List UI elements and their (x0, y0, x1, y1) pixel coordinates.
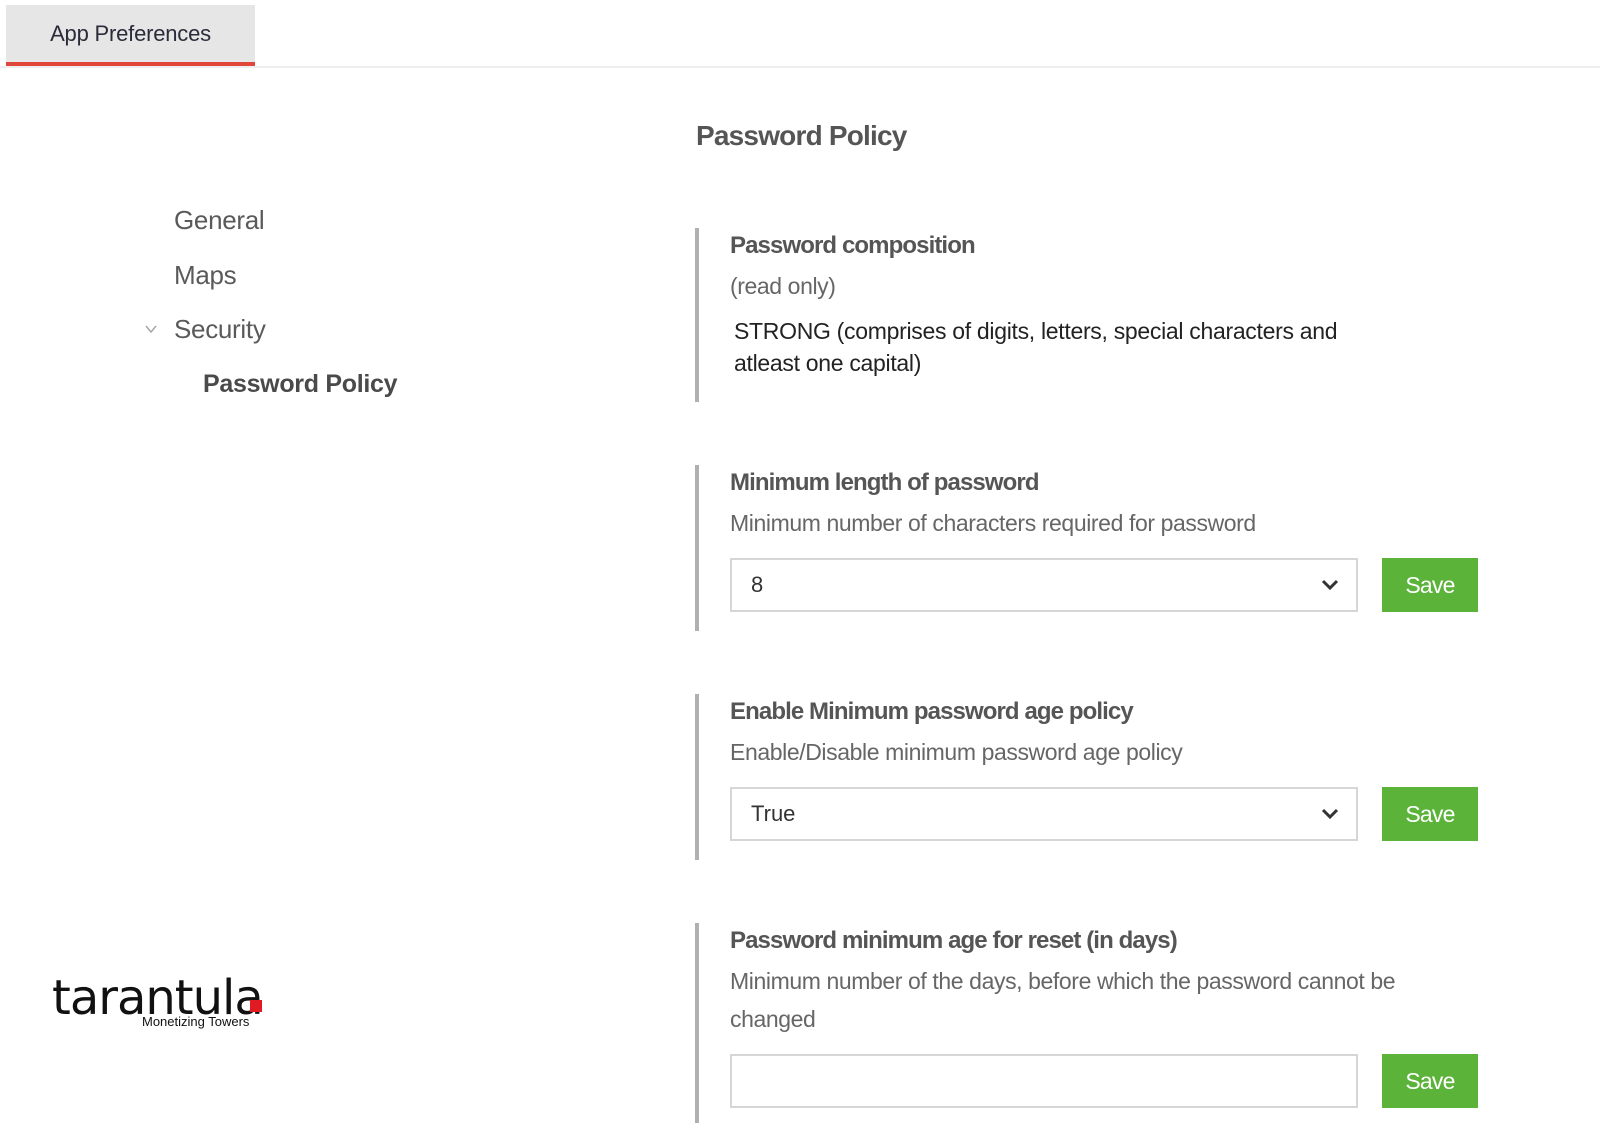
logo-dot (250, 1000, 262, 1012)
chevron-down-icon (1321, 808, 1339, 820)
minimum-length-select[interactable]: 8 (730, 558, 1358, 612)
sidebar-item-password-policy[interactable]: Password Policy (203, 370, 398, 399)
tab-app-preferences[interactable]: App Preferences (6, 5, 255, 66)
sidebar-item-general[interactable]: General (174, 205, 265, 236)
section-description: Minimum number of the days, before which… (730, 968, 1396, 1032)
section-title: Enable Minimum password age policy (730, 698, 1134, 725)
logo-tagline: Monetizing Towers (142, 1014, 250, 1029)
chevron-down-icon (1321, 579, 1339, 591)
tarantula-logo: tarantula Monetizing Towers (52, 970, 282, 1040)
top-bar: App Preferences (0, 0, 1600, 68)
select-value: True (751, 801, 796, 826)
min-age-reset-select[interactable] (730, 1054, 1358, 1108)
save-enable-min-age-button[interactable]: Save (1382, 787, 1478, 841)
section-minimum-length: Minimum length of password Minimum numbe… (695, 465, 1515, 631)
section-description: (read only) (730, 273, 836, 299)
select-value: 8 (751, 572, 764, 597)
section-title: Password composition (730, 232, 976, 259)
section-description: Minimum number of characters required fo… (730, 510, 1256, 536)
password-composition-value: STRONG (comprises of digits, letters, sp… (734, 318, 1338, 376)
page-title: Password Policy (696, 120, 907, 151)
section-description: Enable/Disable minimum password age poli… (730, 739, 1183, 765)
save-minimum-length-button[interactable]: Save (1382, 558, 1478, 612)
section-min-age-reset: Password minimum age for reset (in days)… (695, 923, 1515, 1123)
section-password-composition: Password composition (read only) STRONG … (695, 228, 1515, 402)
enable-min-age-select[interactable]: True (730, 787, 1358, 841)
section-enable-min-age-policy: Enable Minimum password age policy Enabl… (695, 694, 1515, 860)
sidebar-item-maps[interactable]: Maps (174, 260, 237, 291)
section-title: Minimum length of password (730, 469, 1040, 496)
sidebar-item-security[interactable]: Security (174, 314, 266, 345)
chevron-down-icon[interactable] (144, 322, 158, 336)
section-title: Password minimum age for reset (in days) (730, 927, 1178, 954)
save-min-age-reset-button[interactable]: Save (1382, 1054, 1478, 1108)
